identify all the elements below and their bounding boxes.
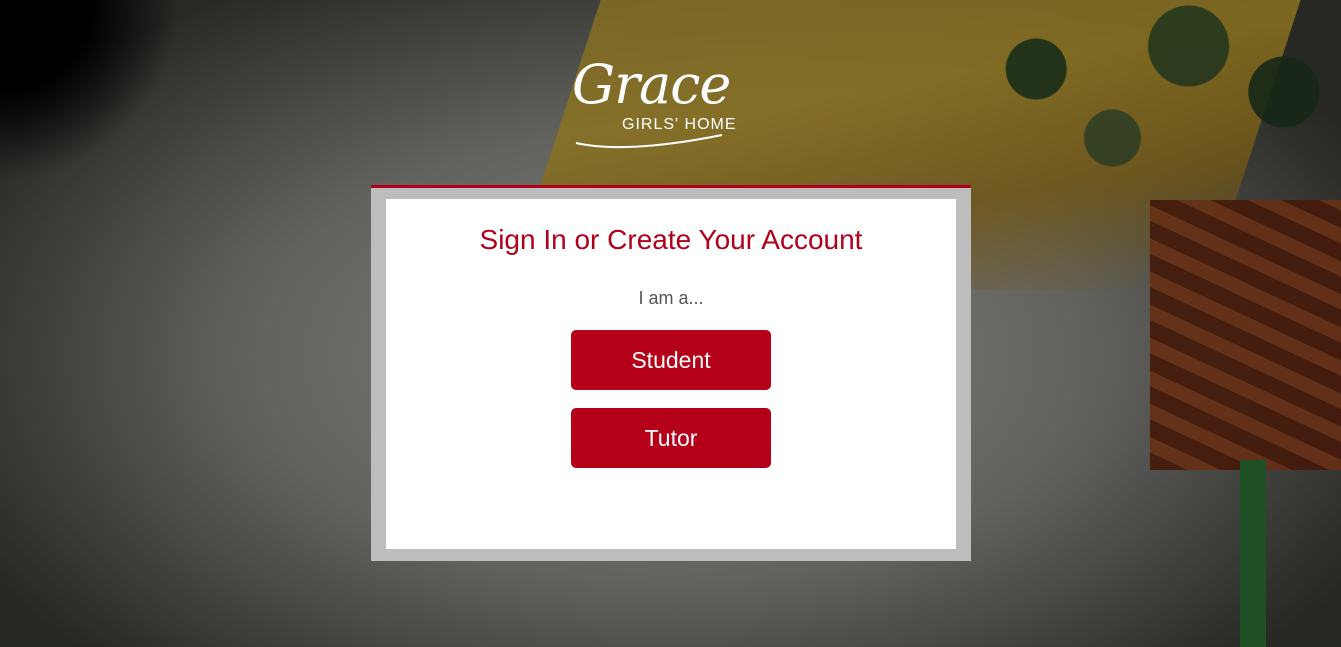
grace-girls-home-logo: Grace GIRLS' HOME [560, 55, 780, 155]
role-prompt: I am a... [638, 288, 704, 308]
signin-modal: Sign In or Create Your Account I am a...… [386, 199, 956, 549]
logo-script-text: Grace [572, 53, 731, 116]
student-button[interactable]: Student [571, 330, 771, 390]
modal-title: Sign In or Create Your Account [479, 224, 863, 255]
logo-subtitle: GIRLS' HOME [622, 116, 737, 133]
tutor-button[interactable]: Tutor [571, 408, 771, 468]
